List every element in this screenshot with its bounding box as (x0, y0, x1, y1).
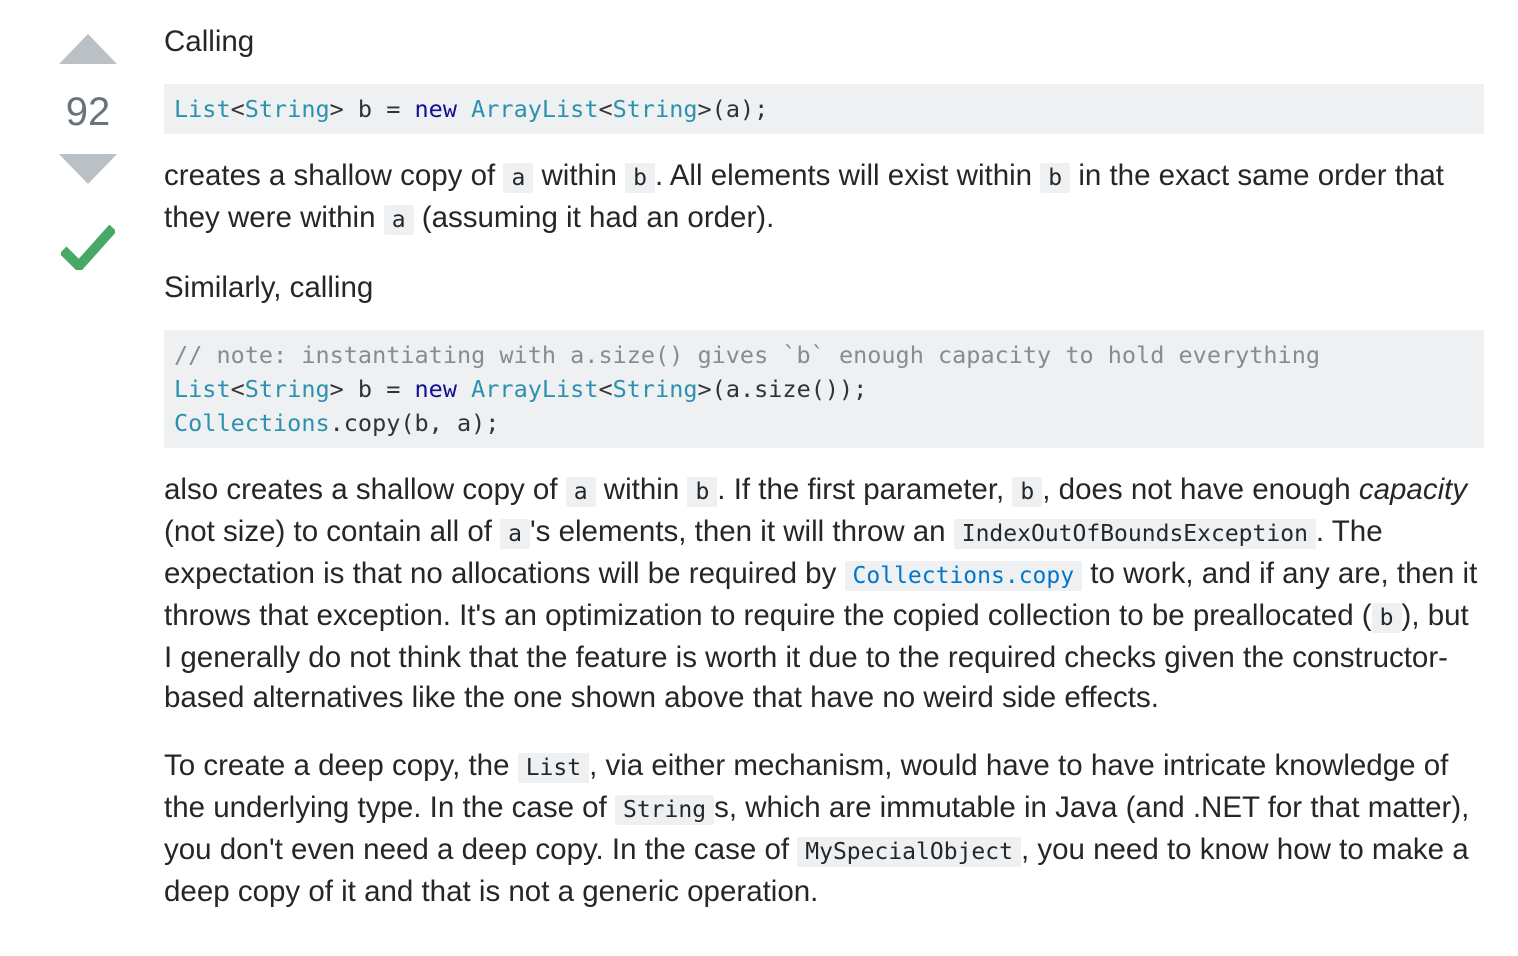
paragraph-deep-copy: To create a deep copy, the List, via eit… (164, 746, 1484, 912)
text-run: (assuming it had an order). (413, 201, 775, 234)
code-token: new (414, 375, 457, 403)
inline-code-link[interactable]: Collections.copy (844, 561, 1083, 591)
inline-code: a (503, 163, 534, 193)
text-run: . All elements will exist within (654, 159, 1041, 192)
code-token: < (230, 375, 245, 403)
code-token: String (612, 95, 698, 123)
code-token: List (174, 95, 231, 123)
text-run: . If the first parameter, (717, 473, 1013, 506)
upvote-arrow-icon[interactable] (59, 34, 117, 64)
emphasis-text: capacity (1358, 473, 1468, 506)
code-token: > b = (329, 375, 415, 403)
code-token: > b = (329, 95, 415, 123)
inline-code: a (500, 519, 530, 549)
inline-code: String (614, 795, 715, 825)
code-token: new (414, 95, 457, 123)
code-token: String (612, 375, 698, 403)
code-token: ArrayList (471, 95, 599, 123)
inline-code: IndexOutOfBoundsException (953, 519, 1316, 549)
code-token: < (598, 95, 613, 123)
accepted-checkmark-icon (59, 222, 117, 275)
code-token: >(a.size()); (697, 375, 868, 403)
code-token: < (230, 95, 245, 123)
inline-code: a (383, 205, 414, 235)
paragraph-shallow-copy: creates a shallow copy of a within b. Al… (164, 156, 1484, 240)
code-block-2: // note: instantiating with a.size() giv… (164, 330, 1484, 448)
inline-code: b (1040, 163, 1071, 193)
code-comment: // note: instantiating with a.size() giv… (174, 341, 1321, 369)
collections-copy-link[interactable]: Collections.copy (844, 557, 1083, 591)
code-token: String (244, 95, 330, 123)
code-token: .copy(b, a); (329, 409, 500, 437)
answer-body: Calling List<String> b = new ArrayList<S… (164, 22, 1484, 912)
inline-code: b (1012, 477, 1043, 507)
code-token: Collections (174, 409, 330, 437)
inline-code: a (565, 477, 596, 507)
text-run: To create a deep copy, the (164, 749, 518, 782)
text-run: 's elements, then it will throw an (530, 515, 954, 548)
inline-code: b (687, 477, 718, 507)
inline-code: List (517, 753, 590, 783)
paragraph-calling: Calling (164, 25, 255, 58)
code-token: < (598, 375, 613, 403)
code-block-1: List<String> b = new ArrayList<String>(a… (164, 84, 1484, 134)
paragraph-also-creates: also creates a shallow copy of a within … (164, 470, 1484, 718)
text-run: creates a shallow copy of (164, 159, 504, 192)
inline-code: b (1371, 603, 1402, 633)
text-run: within (533, 159, 626, 192)
downvote-arrow-icon[interactable] (59, 154, 117, 184)
code-token: List (174, 375, 231, 403)
code-token: ArrayList (471, 375, 599, 403)
text-run: within (595, 473, 688, 506)
text-run: also creates a shallow copy of (164, 473, 566, 506)
vote-cell: 92 (52, 28, 124, 275)
text-run: , does not have enough (1042, 473, 1359, 506)
code-token: >(a); (697, 95, 769, 123)
inline-code: MySpecialObject (797, 837, 1021, 867)
vote-count: 92 (65, 90, 111, 134)
text-run: (not size) to contain all of (164, 515, 501, 548)
code-token: String (244, 375, 330, 403)
inline-code: b (625, 163, 655, 193)
paragraph-similarly: Similarly, calling (164, 271, 374, 304)
